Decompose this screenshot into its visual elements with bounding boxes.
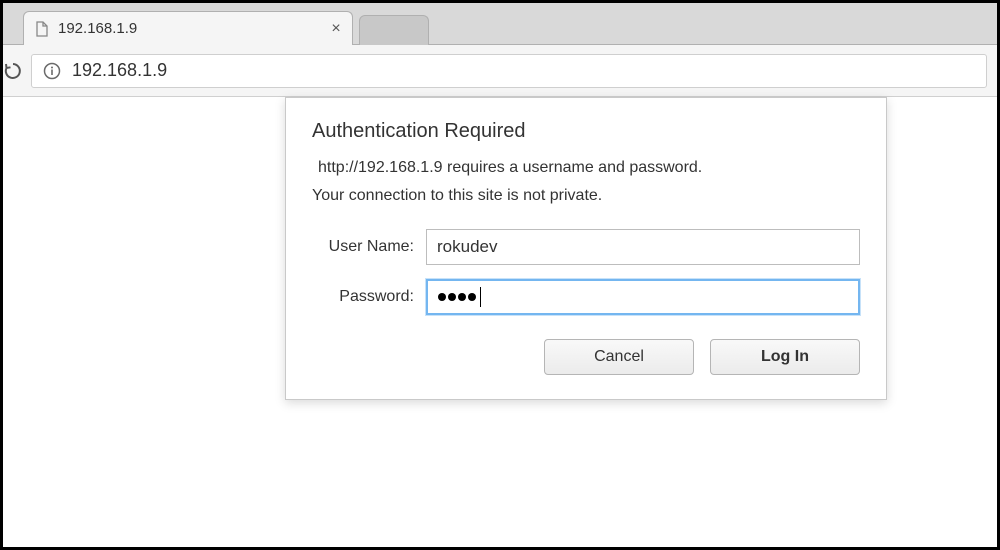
- active-tab[interactable]: 192.168.1.9 ×: [23, 11, 353, 45]
- dialog-title: Authentication Required: [312, 120, 860, 143]
- username-input[interactable]: [426, 229, 860, 265]
- reload-icon[interactable]: [3, 61, 23, 81]
- url-text: 192.168.1.9: [72, 60, 167, 81]
- site-info-icon[interactable]: [42, 61, 62, 81]
- close-tab-icon[interactable]: ×: [330, 23, 342, 35]
- auth-dialog: Authentication Required http://192.168.1…: [285, 97, 887, 400]
- inactive-tab[interactable]: [359, 15, 429, 45]
- password-label: Password:: [312, 288, 426, 306]
- login-button[interactable]: Log In: [710, 339, 860, 375]
- dialog-message-1: http://192.168.1.9 requires a username a…: [312, 159, 860, 177]
- address-bar[interactable]: 192.168.1.9: [31, 54, 987, 88]
- dialog-buttons: Cancel Log In: [312, 339, 860, 375]
- cancel-button[interactable]: Cancel: [544, 339, 694, 375]
- page-content: Authentication Required http://192.168.1…: [3, 97, 997, 547]
- password-input[interactable]: [426, 279, 860, 315]
- tab-strip: 192.168.1.9 ×: [3, 3, 997, 45]
- page-icon: [34, 21, 50, 37]
- tab-title: 192.168.1.9: [58, 20, 322, 37]
- dialog-message-2: Your connection to this site is not priv…: [312, 187, 860, 205]
- username-label: User Name:: [312, 238, 426, 256]
- username-row: User Name:: [312, 229, 860, 265]
- toolbar: 192.168.1.9: [3, 45, 997, 97]
- password-row: Password:: [312, 279, 860, 315]
